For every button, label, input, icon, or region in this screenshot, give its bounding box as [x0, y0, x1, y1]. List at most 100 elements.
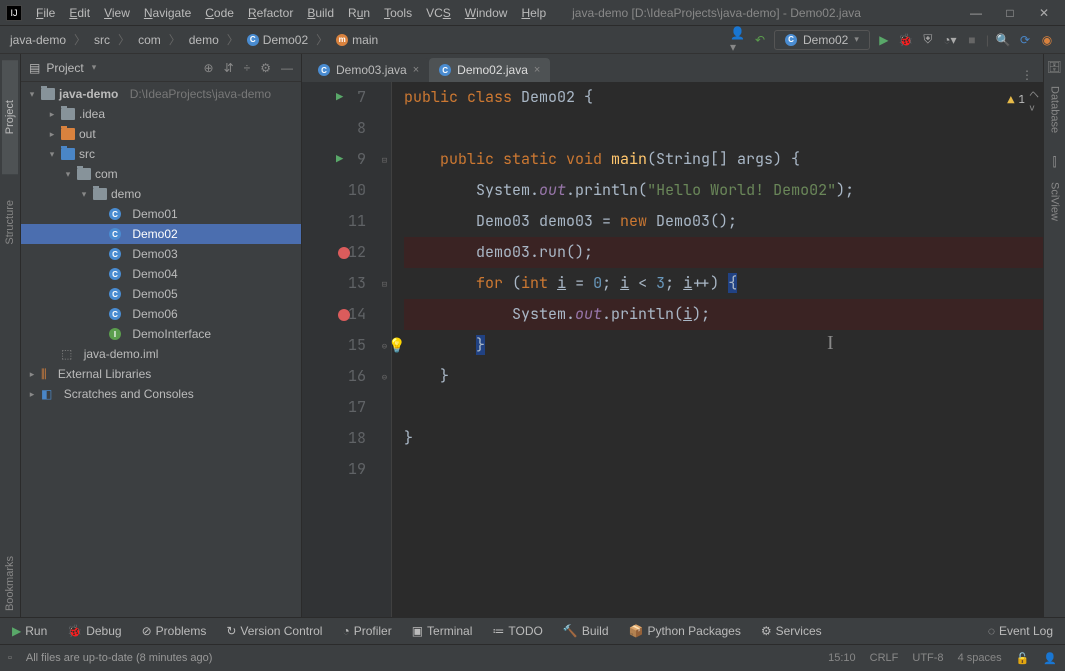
rail-sciview[interactable]: SciView [1049, 176, 1061, 227]
menu-refactor[interactable]: Refactor [242, 4, 299, 22]
bb-todo[interactable]: ≔TODO [488, 622, 546, 640]
error-stripe[interactable]: ▲1ヘ ∨ [1031, 82, 1043, 617]
tree-root[interactable]: ▾java-demo D:\IdeaProjects\java-demo [21, 84, 301, 104]
ide-icon[interactable]: ◉ [1039, 32, 1055, 48]
collapse-all-icon[interactable]: ÷ [244, 61, 251, 75]
fold-icon[interactable]: ⊟ [378, 144, 391, 175]
menu-help[interactable]: Help [515, 4, 552, 22]
hide-icon[interactable]: — [281, 61, 293, 75]
menu-build[interactable]: Build [301, 4, 340, 22]
menu-file[interactable]: File [30, 4, 61, 22]
sync-icon[interactable]: ⟳ [1017, 32, 1033, 48]
tab-demo02[interactable]: CDemo02.java× [429, 58, 550, 82]
tree-file[interactable]: C Demo05 [21, 284, 301, 304]
menu-tools[interactable]: Tools [378, 4, 418, 22]
code-editor[interactable]: ▶7 8 ▶9 10 11 12 13 14 15 16 17 18 19 ⊟ … [302, 82, 1043, 617]
maximize-button[interactable]: □ [995, 6, 1025, 20]
tree-file[interactable]: C Demo03 [21, 244, 301, 264]
bc-src[interactable]: src [90, 31, 114, 49]
fold-icon[interactable]: ⊟ [378, 268, 391, 299]
close-icon[interactable]: × [534, 64, 540, 76]
tree-file-selected[interactable]: C Demo02 [21, 224, 301, 244]
bb-build[interactable]: 🔨Build [559, 622, 613, 640]
rail-structure[interactable]: Structure [4, 194, 16, 251]
fold-column[interactable]: ⊟ ⊟ 💡⊖ ⊖ [378, 82, 392, 617]
tree-src[interactable]: ▾src [21, 144, 301, 164]
bb-event-log[interactable]: ◌Event Log [984, 622, 1057, 640]
editor-tabs: CDemo03.java× CDemo02.java× ⋮ [302, 54, 1043, 82]
bb-services[interactable]: ⚙Services [757, 622, 826, 640]
status-icon[interactable]: ▫ [8, 652, 12, 664]
close-button[interactable]: ✕ [1029, 6, 1059, 20]
bb-python-packages[interactable]: 📦Python Packages [625, 622, 745, 640]
coverage-button[interactable]: ⛨ [920, 32, 936, 48]
gutter[interactable]: ▶7 8 ▶9 10 11 12 13 14 15 16 17 18 19 [302, 82, 378, 617]
bc-project[interactable]: java-demo [6, 31, 70, 49]
run-configuration[interactable]: CDemo02 [774, 30, 870, 50]
rail-database[interactable]: Database [1049, 80, 1061, 139]
menu-vcs[interactable]: VCS [420, 4, 457, 22]
tree-file[interactable]: C Demo01 [21, 204, 301, 224]
bc-class[interactable]: CDemo02 [243, 31, 312, 49]
class-icon: C [109, 228, 121, 240]
caret-position[interactable]: 15:10 [828, 652, 856, 664]
bb-terminal[interactable]: ▣Terminal [408, 622, 477, 640]
menu-run[interactable]: Run [342, 4, 376, 22]
back-arrow-icon[interactable]: ↶ [752, 32, 768, 48]
run-gutter-icon[interactable]: ▶ [336, 82, 343, 113]
bb-run[interactable]: ▶Run [8, 622, 51, 640]
tabs-more-icon[interactable]: ⋮ [1011, 68, 1043, 82]
breakpoint-icon[interactable] [338, 309, 350, 321]
menu-code[interactable]: Code [199, 4, 240, 22]
tree-file[interactable]: C Demo04 [21, 264, 301, 284]
app-logo: IJ [6, 5, 22, 21]
bb-profiler[interactable]: ◔Profiler [338, 622, 395, 640]
tree-file[interactable]: I DemoInterface [21, 324, 301, 344]
tree-iml[interactable]: ⬚ java-demo.iml [21, 344, 301, 364]
rail-project[interactable]: Project [2, 60, 18, 174]
warning-icon[interactable]: ▲ [1007, 92, 1014, 108]
debug-button[interactable]: 🐞 [898, 32, 914, 48]
panel-title[interactable]: Project [46, 61, 197, 75]
menu-edit[interactable]: Edit [63, 4, 96, 22]
menu-view[interactable]: View [98, 4, 136, 22]
bb-debug[interactable]: 🐞Debug [63, 622, 125, 640]
bc-demo[interactable]: demo [185, 31, 223, 49]
expand-all-icon[interactable]: ⇵ [224, 61, 234, 75]
tree-idea[interactable]: ▸.idea [21, 104, 301, 124]
menu-window[interactable]: Window [459, 4, 514, 22]
minimize-button[interactable]: — [961, 6, 991, 20]
database-icon[interactable]: 🗄 [1047, 60, 1062, 74]
run-button[interactable]: ▶ [876, 32, 892, 48]
close-icon[interactable]: × [413, 64, 419, 76]
inspection-icon[interactable]: 👤 [1043, 652, 1057, 665]
stop-button[interactable]: ■ [964, 32, 980, 48]
tree-com[interactable]: ▾com [21, 164, 301, 184]
select-opened-icon[interactable]: ⊕ [204, 61, 214, 75]
readonly-icon[interactable]: 🔓 [1016, 652, 1030, 665]
settings-icon[interactable]: ⚙ [260, 61, 271, 75]
indent-settings[interactable]: 4 spaces [958, 652, 1002, 664]
tree-ext-lib[interactable]: ▸⫼ External Libraries [21, 364, 301, 384]
tree-scratches[interactable]: ▸◧ Scratches and Consoles [21, 384, 301, 404]
tree-demo[interactable]: ▾demo [21, 184, 301, 204]
bb-version-control[interactable]: ↻Version Control [222, 622, 326, 640]
tree-file[interactable]: C Demo06 [21, 304, 301, 324]
bc-com[interactable]: com [134, 31, 165, 49]
file-encoding[interactable]: UTF-8 [912, 652, 943, 664]
profile-button[interactable]: ◔▾ [942, 32, 958, 48]
breakpoint-icon[interactable] [338, 247, 350, 259]
tab-demo03[interactable]: CDemo03.java× [308, 58, 429, 82]
line-separator[interactable]: CRLF [870, 652, 899, 664]
bc-method[interactable]: mmain [332, 31, 382, 49]
search-icon[interactable]: 🔍 [995, 32, 1011, 48]
tree-out[interactable]: ▸out [21, 124, 301, 144]
menu-navigate[interactable]: Navigate [138, 4, 197, 22]
left-tool-rail: Project Structure Bookmarks [0, 54, 21, 617]
code-content[interactable]: public class Demo02 { public static void… [392, 82, 1043, 617]
rail-bookmarks[interactable]: Bookmarks [4, 550, 16, 617]
bb-problems[interactable]: ⊘Problems [138, 622, 211, 640]
add-config-icon[interactable]: 👤▾ [730, 32, 746, 48]
run-gutter-icon[interactable]: ▶ [336, 144, 343, 175]
sciview-icon[interactable]: ⫿ [1053, 155, 1057, 170]
